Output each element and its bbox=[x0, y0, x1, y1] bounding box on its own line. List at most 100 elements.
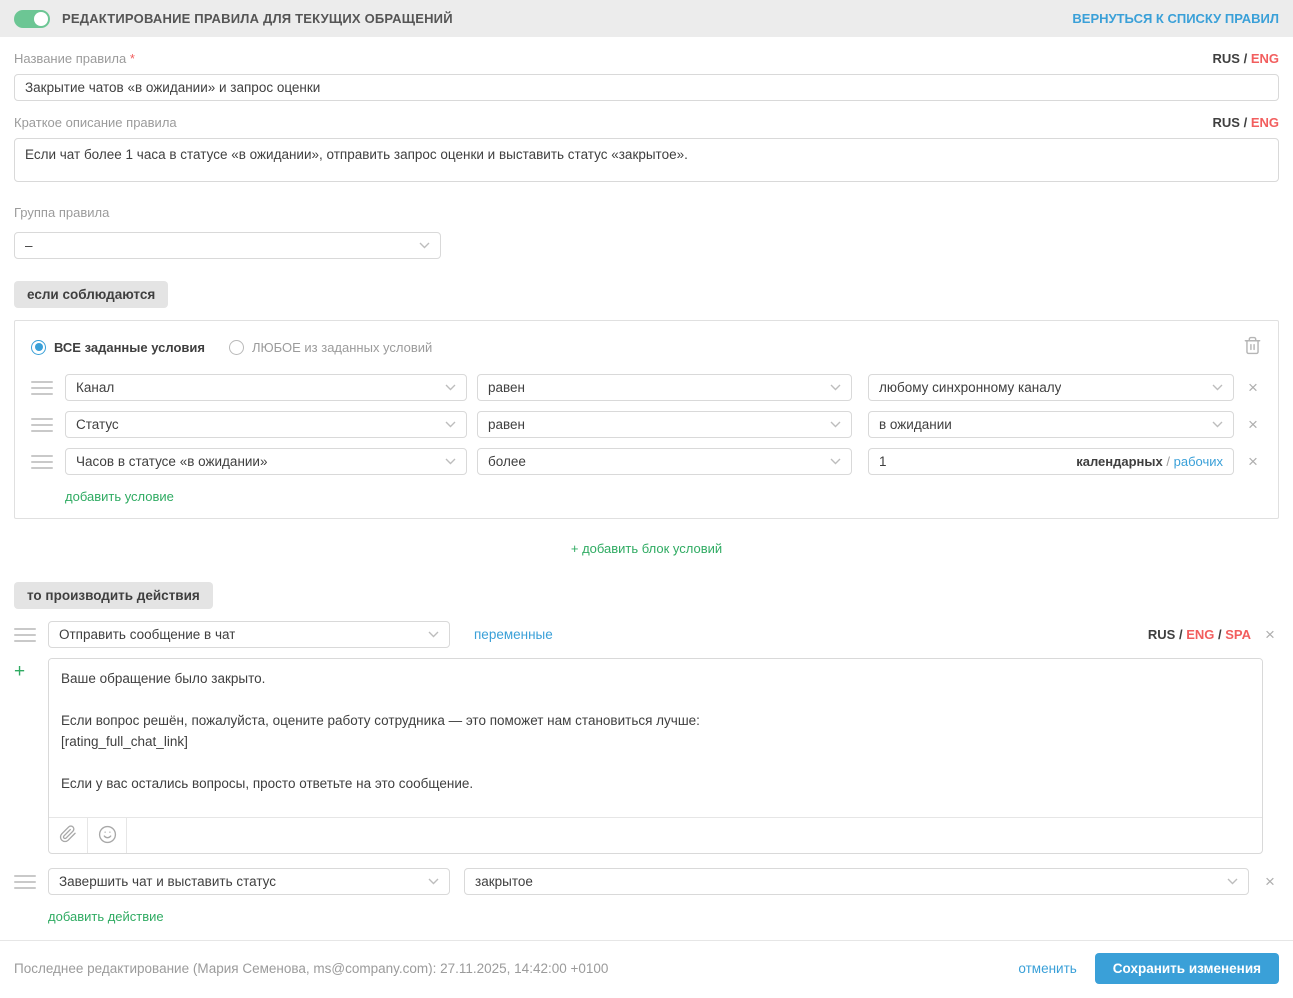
unit-working-option[interactable]: рабочих bbox=[1174, 454, 1223, 469]
action-row-send-message: Отправить сообщение в чат переменные RUS… bbox=[14, 621, 1279, 648]
save-button[interactable]: Сохранить изменения bbox=[1095, 953, 1279, 984]
lang-eng-tab[interactable]: ENG bbox=[1251, 115, 1279, 130]
remove-action-button[interactable]: × bbox=[1261, 626, 1279, 643]
add-condition-link[interactable]: добавить условие bbox=[65, 489, 174, 504]
add-conditions-block-link[interactable]: + добавить блок условий bbox=[571, 541, 722, 556]
conditions-block: ВСЕ заданные условия ЛЮБОЕ из заданных у… bbox=[14, 320, 1279, 519]
drag-handle-icon[interactable] bbox=[14, 628, 36, 642]
calendar-working-toggle: календарных / рабочих bbox=[1076, 454, 1223, 469]
radio-all-label: ВСЕ заданные условия bbox=[54, 340, 205, 355]
condition-field-value: Статус bbox=[76, 417, 119, 432]
lang-eng-tab[interactable]: ENG bbox=[1251, 51, 1279, 66]
action-type-value: Завершить чат и выставить статус bbox=[59, 874, 276, 889]
lang-eng-tab[interactable]: ENG bbox=[1186, 627, 1214, 642]
rule-description-label: Краткое описание правила bbox=[14, 115, 177, 130]
rule-name-lang-switch: RUS / ENG bbox=[1213, 51, 1280, 66]
condition-row: Часов в статусе «в ожидании» более кален… bbox=[31, 448, 1262, 475]
remove-condition-button[interactable]: × bbox=[1244, 453, 1262, 470]
last-edited-note: Последнее редактирование (Мария Семенова… bbox=[14, 961, 608, 976]
lang-rus-tab[interactable]: RUS bbox=[1213, 51, 1240, 66]
remove-condition-button[interactable]: × bbox=[1244, 379, 1262, 396]
rule-description-textarea[interactable]: Если чат более 1 часа в статусе «в ожида… bbox=[14, 138, 1279, 182]
smiley-icon bbox=[98, 825, 117, 847]
delete-conditions-block-button[interactable] bbox=[1243, 336, 1262, 358]
condition-operator-value: равен bbox=[488, 380, 525, 395]
rule-group-value: – bbox=[25, 238, 33, 253]
drag-handle-icon[interactable] bbox=[31, 455, 53, 469]
message-lang-switch: RUS / ENG / SPA bbox=[1148, 627, 1251, 642]
condition-operator-select[interactable]: равен bbox=[477, 374, 852, 401]
message-composer: Ваше обращение было закрыто. Если вопрос… bbox=[48, 658, 1263, 854]
message-text-area[interactable]: Ваше обращение было закрыто. Если вопрос… bbox=[49, 659, 1262, 817]
condition-operator-select[interactable]: равен bbox=[477, 411, 852, 438]
action-type-select[interactable]: Завершить чат и выставить статус bbox=[48, 868, 450, 895]
condition-value-select[interactable]: любому синхронному каналу bbox=[868, 374, 1234, 401]
chevron-down-icon bbox=[1227, 878, 1238, 885]
required-asterisk: * bbox=[130, 51, 135, 66]
condition-operator-select[interactable]: более bbox=[477, 448, 852, 475]
emoji-button[interactable] bbox=[88, 818, 127, 853]
unit-calendar-option[interactable]: календарных bbox=[1076, 454, 1163, 469]
radio-selected-icon bbox=[31, 340, 46, 355]
lang-rus-tab[interactable]: RUS bbox=[1213, 115, 1240, 130]
condition-row: Канал равен любому синхронному каналу × bbox=[31, 374, 1262, 401]
toggle-knob bbox=[34, 12, 48, 26]
paperclip-icon bbox=[59, 825, 77, 846]
lang-separator: / bbox=[1218, 627, 1222, 642]
header-bar: РЕДАКТИРОВАНИЕ ПРАВИЛА ДЛЯ ТЕКУЩИХ ОБРАЩ… bbox=[0, 0, 1293, 37]
lang-spa-tab[interactable]: SPA bbox=[1225, 627, 1251, 642]
chevron-down-icon bbox=[428, 878, 439, 885]
chevron-down-icon bbox=[419, 242, 430, 249]
rule-enabled-toggle[interactable] bbox=[14, 10, 50, 28]
action-type-value: Отправить сообщение в чат bbox=[59, 627, 235, 642]
back-to-rules-link[interactable]: ВЕРНУТЬСЯ К СПИСКУ ПРАВИЛ bbox=[1072, 11, 1279, 26]
radio-any-condition[interactable]: ЛЮБОЕ из заданных условий bbox=[229, 340, 432, 355]
condition-field-value: Канал bbox=[76, 380, 114, 395]
chevron-down-icon bbox=[445, 384, 456, 391]
attach-file-button[interactable] bbox=[49, 818, 88, 853]
composer-toolbar bbox=[49, 817, 1262, 853]
condition-value-select[interactable]: в ожидании bbox=[868, 411, 1234, 438]
add-action-link[interactable]: добавить действие bbox=[48, 909, 164, 924]
radio-all-conditions[interactable]: ВСЕ заданные условия bbox=[31, 340, 205, 355]
drag-handle-icon[interactable] bbox=[31, 418, 53, 432]
rule-name-label: Название правила * bbox=[14, 51, 135, 66]
page-title: РЕДАКТИРОВАНИЕ ПРАВИЛА ДЛЯ ТЕКУЩИХ ОБРАЩ… bbox=[62, 11, 453, 26]
action-row-set-status: Завершить чат и выставить статус закрыто… bbox=[14, 868, 1279, 895]
condition-value: в ожидании bbox=[879, 417, 952, 432]
drag-handle-icon[interactable] bbox=[31, 381, 53, 395]
rule-description-lang-switch: RUS / ENG bbox=[1213, 115, 1280, 130]
condition-hours-value-cell: календарных / рабочих bbox=[868, 448, 1234, 475]
footer-bar: Последнее редактирование (Мария Семенова… bbox=[0, 940, 1293, 998]
unit-separator: / bbox=[1166, 454, 1170, 469]
trash-icon bbox=[1243, 336, 1262, 358]
chevron-down-icon bbox=[830, 421, 841, 428]
chevron-down-icon bbox=[830, 384, 841, 391]
hours-count-input[interactable] bbox=[879, 454, 1076, 469]
remove-condition-button[interactable]: × bbox=[1244, 416, 1262, 433]
lang-separator: / bbox=[1244, 51, 1248, 66]
lang-separator: / bbox=[1244, 115, 1248, 130]
remove-action-button[interactable]: × bbox=[1261, 873, 1279, 890]
action-type-select[interactable]: Отправить сообщение в чат bbox=[48, 621, 450, 648]
condition-field-select[interactable]: Статус bbox=[65, 411, 467, 438]
add-icon[interactable]: + bbox=[14, 661, 25, 682]
condition-field-value: Часов в статусе «в ожидании» bbox=[76, 454, 268, 469]
status-value-select[interactable]: закрытое bbox=[464, 868, 1249, 895]
rule-group-select[interactable]: – bbox=[14, 232, 441, 259]
condition-operator-value: равен bbox=[488, 417, 525, 432]
rule-name-input[interactable] bbox=[14, 74, 1279, 101]
chevron-down-icon bbox=[1212, 384, 1223, 391]
chevron-down-icon bbox=[830, 458, 841, 465]
radio-any-label: ЛЮБОЕ из заданных условий bbox=[252, 340, 432, 355]
chevron-down-icon bbox=[445, 421, 456, 428]
rule-group-label: Группа правила bbox=[14, 205, 1279, 220]
drag-handle-icon[interactable] bbox=[14, 875, 36, 889]
condition-row: Статус равен в ожидании × bbox=[31, 411, 1262, 438]
variables-link[interactable]: переменные bbox=[474, 627, 553, 642]
condition-field-select[interactable]: Часов в статусе «в ожидании» bbox=[65, 448, 467, 475]
lang-rus-tab[interactable]: RUS bbox=[1148, 627, 1175, 642]
condition-field-select[interactable]: Канал bbox=[65, 374, 467, 401]
conditions-section-badge: если соблюдаются bbox=[14, 281, 168, 308]
cancel-button[interactable]: отменить bbox=[1018, 961, 1076, 976]
